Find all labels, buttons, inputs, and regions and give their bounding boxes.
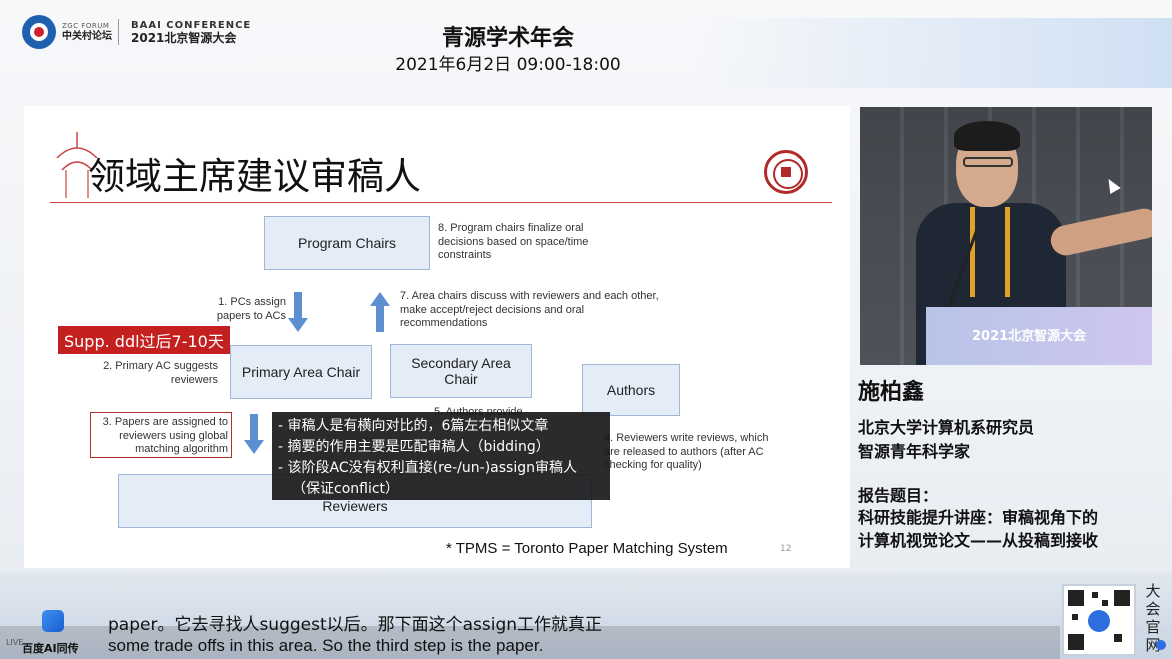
live-label: LIVE: [6, 638, 24, 647]
event-title: 青源学术年会: [441, 26, 574, 51]
speaker-video[interactable]: 2021北京智源大会: [860, 107, 1152, 365]
arrow-down-icon: [288, 292, 308, 332]
qr-code-icon[interactable]: [1062, 584, 1136, 656]
title-divider: [50, 202, 832, 203]
speaker-glasses: [963, 157, 1013, 167]
speaker-lanyard: [970, 207, 1010, 297]
step1-note: 1. PCs assign papers to ACs: [216, 296, 286, 322]
podium-text: 2021北京智源大会: [972, 329, 1087, 344]
slide-title: 领域主席建议审稿人: [88, 155, 421, 198]
subtitle-chinese: paper。它去寻找人suggest以后。那下面这个assign工作就真正: [108, 615, 603, 635]
annotation-overlay: - 审稿人是有横向对比的，6篇左右相似文章 - 摘要的作用主要是匹配审稿人（bi…: [272, 412, 610, 500]
overlay-item: - 审稿人是有横向对比的，6篇左右相似文章: [278, 418, 549, 434]
baidu-ai-icon: [42, 610, 64, 632]
slide-page-number: 12: [780, 544, 792, 554]
supp-deadline-badge: Supp. ddl过后7-10天: [58, 326, 230, 354]
program-chairs-box: Program Chairs: [264, 216, 430, 270]
speaker-title-line: 北京大学计算机系研究员: [858, 418, 1035, 437]
pku-emblem-icon: [764, 150, 808, 194]
site-dot-icon: [1156, 640, 1166, 650]
subtitle-english: some trade offs in this area. So the thi…: [108, 636, 544, 655]
step3-note: 3. Papers are assigned to reviewers usin…: [102, 416, 228, 455]
qr-center-logo-icon: [1088, 610, 1110, 632]
speaker-hair: [954, 121, 1020, 151]
authors-box: Authors: [582, 364, 680, 416]
arrow-up-icon: [370, 292, 390, 332]
secondary-area-chair-box: Secondary Area Chair: [390, 344, 532, 398]
step7-note: 7. Area chairs discuss with reviewers an…: [400, 290, 659, 329]
event-time: 2021年6月2日 09:00-18:00: [395, 55, 621, 75]
tpms-footnote: * TPMS = Toronto Paper Matching System: [446, 540, 728, 557]
overlay-item: - 摘要的作用主要是匹配审稿人（bidding）: [278, 439, 550, 455]
report-label: 报告题目：: [858, 486, 939, 505]
speaker-affiliation: 北京大学计算机系研究员 智源青年科学家: [858, 416, 1034, 464]
baidu-ai-label: 百度AI同传: [22, 642, 79, 655]
arrow-down-icon: [244, 414, 264, 454]
speaker-name: 施柏鑫: [858, 380, 925, 405]
step4-note: 4. Reviewers write reviews, which are re…: [604, 432, 769, 471]
step2-note: 2. Primary AC suggests reviewers: [103, 360, 218, 386]
overlay-item: - 该阶段AC没有权利直接(re-/un-)assign审稿人（保证confli…: [278, 460, 577, 497]
report-title-line: 科研技能提升讲座：审稿视角下的: [858, 508, 1099, 527]
speaker-title-line: 智源青年科学家: [858, 442, 971, 461]
report-title: 科研技能提升讲座：审稿视角下的 计算机视觉论文——从投稿到接收: [858, 506, 1098, 552]
step8-note: 8. Program chairs finalize oral decision…: [438, 222, 589, 261]
report-title-line: 计算机视觉论文——从投稿到接收: [858, 531, 1099, 550]
primary-area-chair-box: Primary Area Chair: [230, 345, 372, 399]
